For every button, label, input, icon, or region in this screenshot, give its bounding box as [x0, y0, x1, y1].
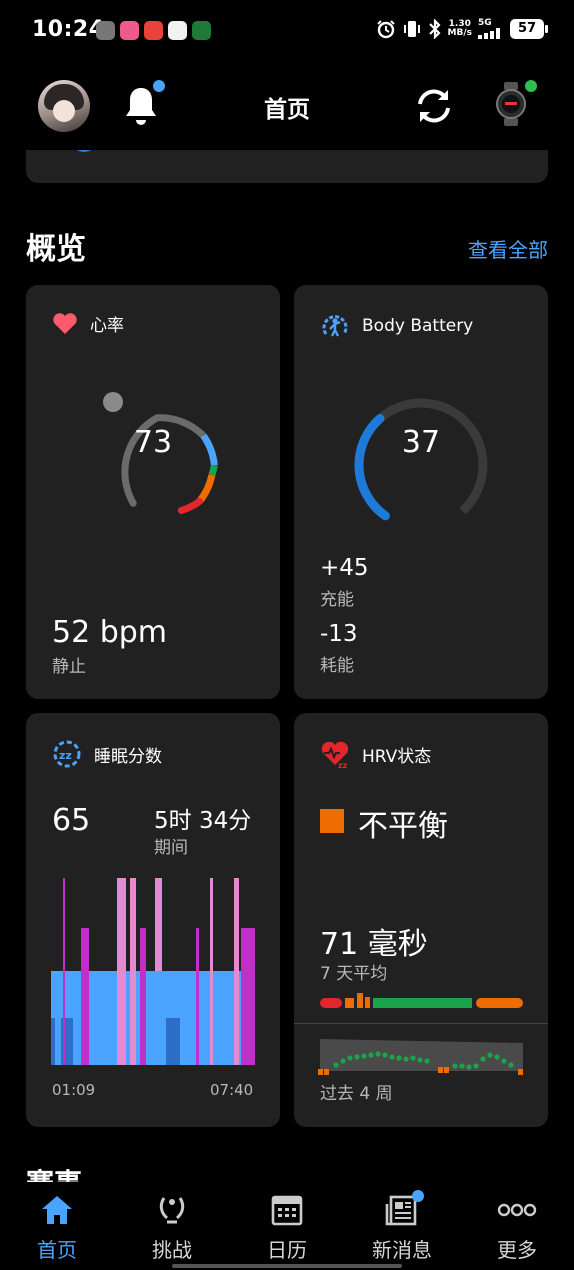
laurel-icon — [115, 1194, 229, 1226]
sleep-duration: 5时 34分 — [154, 808, 252, 834]
more-icon — [460, 1194, 574, 1226]
hrv-divider — [294, 1023, 548, 1024]
heart-rate-card[interactable]: 心率 73 52 bpm 静止 — [26, 285, 280, 699]
tab-news-label: 新消息 — [372, 1238, 432, 1262]
hrv-icon: zz — [321, 741, 349, 769]
body-battery-icon — [322, 315, 348, 337]
sleep-score-card[interactable]: zz 睡眠分数 65 5时 34分 期间 01:09 07:40 — [26, 713, 280, 1127]
home-indicator — [172, 1264, 402, 1268]
charged-value: +45 — [320, 555, 369, 581]
view-all-link[interactable]: 查看全部 — [468, 234, 548, 263]
svg-text:zz: zz — [59, 749, 72, 762]
previous-card[interactable] — [26, 150, 548, 183]
resting-label: 静止 — [52, 657, 86, 677]
vibrate-icon — [403, 21, 420, 37]
tab-more[interactable]: 更多 — [460, 1182, 574, 1270]
sleep-duration-label: 期间 — [154, 838, 188, 858]
heart-rate-current: 73 — [133, 425, 173, 460]
hrv-status-card[interactable]: zz HRV状态 不平衡 71 毫秒 7 天平均 过去 4 周 — [294, 713, 548, 1127]
tab-challenges[interactable]: 挑战 — [115, 1182, 229, 1270]
sleep-score: 65 — [52, 803, 91, 838]
watch-device-icon[interactable] — [495, 82, 527, 126]
drained-value: -13 — [320, 621, 358, 647]
hrv-range-bar — [320, 993, 523, 1008]
hrv-period-label: 过去 4 周 — [320, 1084, 393, 1104]
resting-heart-rate: 52 bpm — [52, 615, 168, 650]
status-bar: 10:24 1.30 MB/s 5G 57 — [0, 0, 574, 62]
charged-label: 充能 — [320, 590, 354, 610]
tab-home-label: 首页 — [37, 1238, 77, 1262]
body-battery-card[interactable]: Body Battery 37 +45 充能 -13 耗能 — [294, 285, 548, 699]
tab-challenges-label: 挑战 — [152, 1238, 192, 1262]
device-connected-dot — [525, 80, 537, 92]
hrv-status: 不平衡 — [358, 809, 448, 844]
sync-icon[interactable] — [412, 84, 456, 128]
tab-calendar-label: 日历 — [267, 1238, 307, 1262]
bilibili-app-icon — [120, 21, 139, 40]
hrv-header: zz HRV状态 — [320, 739, 431, 769]
drained-label: 耗能 — [320, 656, 354, 676]
news-notification-dot — [412, 1190, 424, 1202]
signal-icon — [478, 28, 500, 39]
status-time: 10:24 — [32, 17, 105, 42]
hrv-average: 71 毫秒 — [320, 927, 428, 962]
next-section-title: 赛事 — [26, 1162, 82, 1182]
sleep-header: zz 睡眠分数 — [52, 739, 162, 769]
calendar-icon — [230, 1194, 344, 1226]
tab-home[interactable]: 首页 — [0, 1182, 114, 1270]
svg-text:zz: zz — [338, 761, 348, 769]
overview-title: 概览 — [26, 232, 86, 267]
heart-rate-header: 心率 — [52, 311, 124, 336]
page-title: 首页 — [264, 97, 310, 123]
signal-group: 5G — [478, 19, 504, 39]
main-content: 概览 查看全部 心率 73 52 bpm 静止 Body Battery 37 … — [0, 150, 574, 1182]
net-speed-unit: MB/s — [447, 28, 472, 38]
bottom-tab-bar: 首页 挑战 日历 新消息 更多 — [0, 1182, 574, 1270]
app-header: 首页 — [0, 62, 574, 150]
tab-more-label: 更多 — [497, 1238, 537, 1262]
newsfeed-icon — [345, 1194, 459, 1226]
body-battery-current: 37 — [401, 425, 441, 460]
hrv-status-marker — [320, 809, 344, 833]
sleep-stage-chart — [51, 878, 255, 1065]
bluetooth-icon — [428, 19, 441, 39]
hrv-title: HRV状态 — [362, 746, 432, 767]
shopping-app-icon — [144, 21, 163, 40]
tab-news[interactable]: 新消息 — [345, 1182, 459, 1270]
sleep-start-time: 01:09 — [52, 1081, 96, 1099]
hrv-trend-chart — [318, 1039, 523, 1075]
sleep-end-time: 07:40 — [210, 1081, 254, 1099]
status-app-icons — [96, 21, 211, 40]
sleep-title: 睡眠分数 — [94, 746, 162, 767]
tab-calendar[interactable]: 日历 — [230, 1182, 344, 1270]
hrv-average-label: 7 天平均 — [320, 964, 388, 984]
heart-icon — [53, 312, 77, 334]
settings-app-icon — [96, 21, 115, 40]
battery-icon: 57 — [510, 19, 548, 39]
body-battery-header: Body Battery — [320, 311, 473, 341]
alarm-icon — [376, 20, 395, 39]
body-battery-title: Body Battery — [362, 316, 474, 336]
maps-app-icon — [168, 21, 187, 40]
music-app-icon — [192, 21, 211, 40]
network-type: 5G — [478, 18, 492, 28]
heart-rate-marker — [103, 392, 123, 412]
home-icon — [0, 1194, 114, 1226]
sleep-icon: zz — [53, 740, 81, 768]
heart-rate-title: 心率 — [90, 316, 124, 336]
network-speed: 1.30 MB/s — [448, 20, 472, 38]
status-right-icons: 1.30 MB/s 5G 57 — [376, 19, 548, 39]
